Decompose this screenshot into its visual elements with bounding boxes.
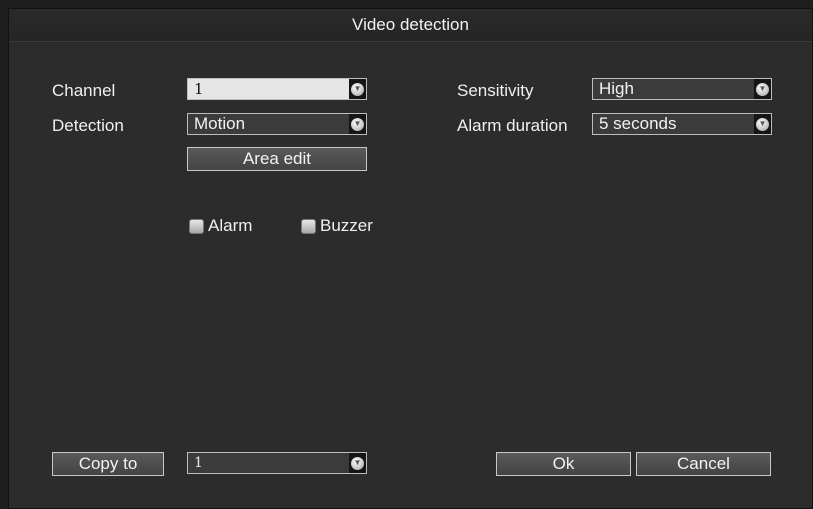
detection-select[interactable]: Motion ▼ [187, 113, 367, 135]
checkbox-icon[interactable] [301, 218, 316, 234]
copy-to-select[interactable]: 1 ▼ [187, 452, 367, 474]
checkbox-icon[interactable] [189, 218, 204, 234]
ok-button[interactable]: Ok [496, 452, 631, 476]
buzzer-checkbox[interactable]: Buzzer [301, 216, 373, 236]
chevron-down-icon[interactable]: ▼ [754, 114, 771, 134]
detection-value: Motion [194, 114, 246, 133]
channel-label: Channel [52, 81, 116, 100]
sensitivity-label: Sensitivity [457, 81, 534, 100]
alarm-checkbox-label: Alarm [208, 216, 253, 235]
chevron-down-icon[interactable]: ▼ [754, 79, 771, 99]
video-detection-dialog: Video detection Channel 1 ▼ Detection Mo… [8, 8, 813, 509]
alarm-duration-value: 5 seconds [599, 114, 677, 133]
copy-to-value: 1 [194, 455, 203, 471]
buzzer-checkbox-label: Buzzer [320, 216, 373, 235]
detection-label: Detection [52, 116, 124, 135]
alarm-duration-select[interactable]: 5 seconds ▼ [592, 113, 772, 135]
channel-select[interactable]: 1 ▼ [187, 78, 367, 100]
alarm-checkbox[interactable]: Alarm [189, 216, 252, 236]
cancel-button[interactable]: Cancel [636, 452, 771, 476]
dialog-title: Video detection [9, 9, 812, 42]
sensitivity-value: High [599, 79, 634, 98]
sensitivity-select[interactable]: High ▼ [592, 78, 772, 100]
area-edit-button[interactable]: Area edit [187, 147, 367, 171]
channel-value: 1 [194, 80, 204, 98]
chevron-down-icon[interactable]: ▼ [349, 453, 366, 473]
alarm-duration-label: Alarm duration [457, 116, 568, 135]
chevron-down-icon[interactable]: ▼ [349, 114, 366, 134]
chevron-down-icon[interactable]: ▼ [349, 79, 366, 99]
copy-to-button[interactable]: Copy to [52, 452, 164, 476]
